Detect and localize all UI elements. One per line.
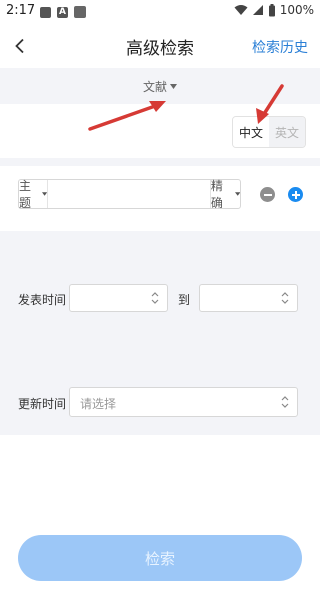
battery-icon — [268, 3, 275, 16]
caret-down-icon — [41, 192, 47, 196]
image-notification-icon — [40, 6, 51, 18]
chevron-left-icon — [15, 38, 24, 54]
publish-time-to-select[interactable] — [199, 284, 298, 312]
field-type-label: 主题 — [19, 179, 32, 210]
minus-icon — [263, 193, 272, 196]
updown-chevron-icon — [281, 396, 289, 408]
language-toggle: 中文 英文 — [232, 116, 306, 148]
status-notification-icons: A — [40, 6, 86, 18]
document-type-label: 文献 — [142, 80, 167, 94]
update-time-placeholder: 请选择 — [80, 397, 117, 411]
section-divider — [0, 158, 320, 166]
updown-chevron-icon — [151, 292, 159, 304]
square-notification-icon — [74, 6, 86, 18]
lang-option-chinese[interactable]: 中文 — [233, 117, 269, 147]
publish-time-label: 发表时间 — [18, 293, 67, 307]
lang-option-english[interactable]: 英文 — [269, 117, 305, 147]
caret-down-icon — [234, 192, 240, 196]
wifi-icon — [234, 5, 248, 15]
publish-time-from-select[interactable] — [69, 284, 168, 312]
section-divider — [0, 333, 320, 367]
field-type-select[interactable]: 主题 — [19, 179, 48, 210]
publish-time-to-label: 到 — [178, 293, 191, 307]
status-right: 100% — [234, 3, 314, 17]
keyword-input[interactable] — [47, 180, 210, 208]
section-divider — [0, 231, 320, 265]
caret-down-icon — [170, 84, 177, 89]
status-time: 2:17 — [6, 3, 36, 18]
update-time-label: 更新时间 — [18, 397, 67, 411]
battery-level: 100% — [279, 3, 314, 17]
header: 高级检索 检索历史 — [0, 24, 320, 68]
search-condition-row: 主题 精确 — [18, 179, 241, 210]
search-history-link[interactable]: 检索历史 — [252, 37, 308, 57]
update-time-select[interactable]: 请选择 — [69, 387, 298, 417]
match-type-select[interactable]: 精确 — [209, 179, 240, 210]
match-type-label: 精确 — [210, 179, 223, 210]
plus-icon — [291, 190, 300, 199]
a-notification-icon: A — [57, 6, 68, 18]
updown-chevron-icon — [281, 292, 289, 304]
remove-condition-button[interactable] — [260, 187, 275, 202]
signal-icon — [252, 5, 263, 15]
status-bar: 2:17 A 100% — [0, 0, 320, 24]
add-condition-button[interactable] — [288, 187, 303, 202]
search-button[interactable]: 检索 — [18, 535, 302, 581]
document-type-select[interactable]: 文献 — [0, 78, 320, 95]
back-button[interactable] — [6, 32, 34, 60]
